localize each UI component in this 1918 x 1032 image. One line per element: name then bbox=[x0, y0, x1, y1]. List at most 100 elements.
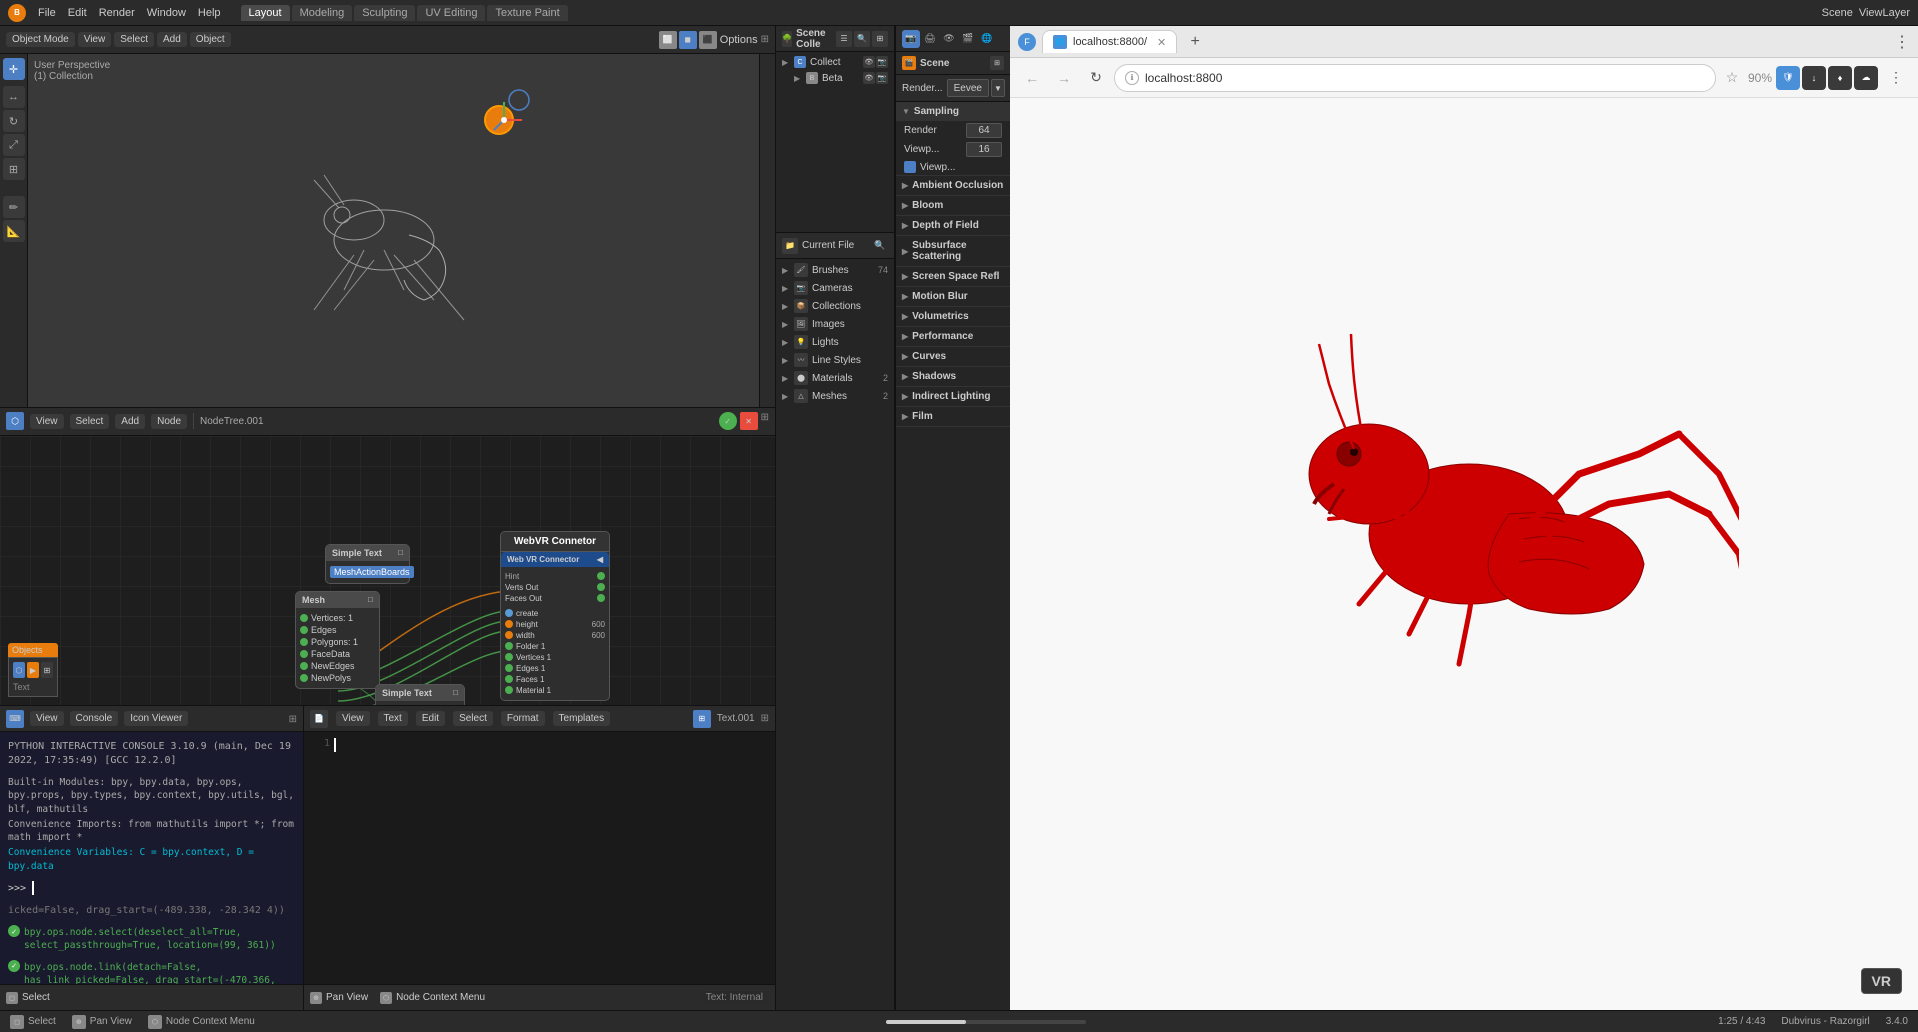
console-content[interactable]: PYTHON INTERACTIVE CONSOLE 3.10.9 (main,… bbox=[0, 732, 303, 984]
tab-modeling[interactable]: Modeling bbox=[292, 5, 353, 21]
film-header[interactable]: ▶ Film bbox=[896, 407, 1010, 426]
menu-edit[interactable]: Edit bbox=[68, 7, 87, 19]
volumetrics-header[interactable]: ▶ Volumetrics bbox=[896, 307, 1010, 326]
console-select-label[interactable]: Select bbox=[22, 992, 50, 1003]
file-item-meshes[interactable]: ▶ △ Meshes 2 bbox=[778, 387, 892, 405]
denoising-checkbox[interactable] bbox=[904, 161, 916, 173]
file-search-icon[interactable]: 🔍 bbox=[872, 238, 888, 254]
file-item-brushes[interactable]: ▶ 🖌 Brushes 74 bbox=[778, 261, 892, 279]
browser-menu-icon[interactable]: ⋮ bbox=[1894, 32, 1910, 52]
prop-icon-output[interactable]: 🖨 bbox=[921, 30, 939, 48]
prop-icon-world[interactable]: 🌐 bbox=[978, 30, 996, 48]
file-item-images[interactable]: ▶ 🖼 Images bbox=[778, 315, 892, 333]
file-item-linestyles[interactable]: ▶ 〰 Line Styles bbox=[778, 351, 892, 369]
render-samples-value[interactable]: 64 bbox=[966, 123, 1002, 138]
text-node-context-label[interactable]: Node Context Menu bbox=[396, 992, 485, 1003]
console-console-btn[interactable]: Console bbox=[70, 711, 119, 726]
browser-options-btn[interactable]: ⋮ bbox=[1882, 64, 1910, 92]
console-icon-viewer-btn[interactable]: Icon Viewer bbox=[124, 711, 188, 726]
browser-tab-close[interactable]: ✕ bbox=[1157, 36, 1166, 49]
browser-back-btn[interactable]: ← bbox=[1018, 64, 1046, 92]
sampling-header[interactable]: ▼ Sampling bbox=[896, 102, 1010, 121]
text-editor-content[interactable]: 1 bbox=[304, 732, 775, 984]
viewport-object-btn[interactable]: Object bbox=[190, 32, 231, 47]
node-canvas[interactable]: Mesh □ Vertices: 1 Edges bbox=[0, 436, 775, 706]
tab-layout[interactable]: Layout bbox=[241, 5, 290, 21]
prop-icon-render[interactable]: 📷 bbox=[902, 30, 920, 48]
simple-text-node-1[interactable]: Simple Text □ MeshActionBoards bbox=[325, 544, 410, 584]
tool-measure[interactable]: 📐 bbox=[3, 220, 25, 242]
depth-of-field-header[interactable]: ▶ Depth of Field bbox=[896, 216, 1010, 235]
objects-panel[interactable]: Objects ⬡ ▶ ⊞ Text bbox=[8, 643, 58, 697]
viewport-samples-value[interactable]: 16 bbox=[966, 142, 1002, 157]
subsurface-header[interactable]: ▶ Subsurface Scattering bbox=[896, 236, 1010, 266]
display-mode-1[interactable]: ⬜ bbox=[659, 31, 677, 49]
tool-cursor[interactable]: ✛ bbox=[3, 58, 25, 80]
extension-icon-1[interactable]: 🛡 bbox=[1776, 66, 1800, 90]
outliner-ctrl-1[interactable]: ☰ bbox=[836, 31, 852, 47]
browser-bookmark-icon[interactable]: ☆ bbox=[1720, 66, 1744, 90]
console-expand[interactable]: ⊞ bbox=[289, 714, 297, 725]
collect-eye[interactable]: 👁 bbox=[863, 56, 875, 68]
tab-sculpting[interactable]: Sculpting bbox=[354, 5, 415, 21]
webvr-node[interactable]: WebVR Connetor Web VR Connector ◀ Hint V… bbox=[500, 531, 610, 701]
text-pan-label[interactable]: Pan View bbox=[326, 992, 368, 1003]
beta-eye[interactable]: 👁 bbox=[863, 72, 875, 84]
node-add-btn[interactable]: Add bbox=[115, 414, 145, 429]
node-expand-icon[interactable]: ⊞ bbox=[761, 412, 769, 430]
tab-texture[interactable]: Texture Paint bbox=[487, 5, 567, 21]
console-view-btn[interactable]: View bbox=[30, 711, 64, 726]
browser-forward-btn[interactable]: → bbox=[1050, 64, 1078, 92]
objects-icon-1[interactable]: ⬡ bbox=[13, 662, 25, 678]
node-view-btn[interactable]: View bbox=[30, 414, 64, 429]
text-templates-btn[interactable]: Templates bbox=[553, 711, 611, 726]
screen-space-header[interactable]: ▶ Screen Space Refl bbox=[896, 267, 1010, 286]
file-item-collections[interactable]: ▶ 📦 Collections bbox=[778, 297, 892, 315]
viewport-view-btn[interactable]: View bbox=[78, 32, 112, 47]
collect-cam[interactable]: 📷 bbox=[876, 56, 888, 68]
file-item-lights[interactable]: ▶ 💡 Lights bbox=[778, 333, 892, 351]
text-expand[interactable]: ⊞ bbox=[761, 713, 769, 724]
viewport-canvas[interactable]: User Perspective (1) Collection bbox=[28, 54, 759, 407]
menu-help[interactable]: Help bbox=[198, 7, 221, 19]
3d-viewport[interactable]: ✛ ↔ ↻ ⤢ ⊞ ✏ 📐 bbox=[0, 54, 775, 407]
browser-tab[interactable]: 🌐 localhost:8800/ ✕ bbox=[1042, 30, 1177, 53]
address-bar[interactable]: ℹ localhost:8800 bbox=[1114, 64, 1716, 92]
bloom-header[interactable]: ▶ Bloom bbox=[896, 196, 1010, 215]
prop-icon-view[interactable]: 👁 bbox=[940, 30, 958, 48]
extension-icon-2[interactable]: ↓ bbox=[1802, 66, 1826, 90]
outliner-item-beta[interactable]: ▶ B Beta 👁 📷 bbox=[778, 70, 892, 86]
extension-icon-4[interactable]: ☁ bbox=[1854, 66, 1878, 90]
objects-icon-2[interactable]: ▶ bbox=[27, 662, 39, 678]
node-editor-icon[interactable]: ⬡ bbox=[6, 412, 24, 430]
performance-header[interactable]: ▶ Performance bbox=[896, 327, 1010, 346]
tool-rotate[interactable]: ↻ bbox=[3, 110, 25, 132]
motion-blur-header[interactable]: ▶ Motion Blur bbox=[896, 287, 1010, 306]
node-select-btn[interactable]: Select bbox=[70, 414, 110, 429]
extension-icon-3[interactable]: ♦ bbox=[1828, 66, 1852, 90]
tool-annotate[interactable]: ✏ bbox=[3, 196, 25, 218]
simple-text-value-1[interactable]: MeshActionBoards bbox=[330, 566, 414, 578]
display-mode-3[interactable]: ⬛ bbox=[699, 31, 717, 49]
shadows-header[interactable]: ▶ Shadows bbox=[896, 367, 1010, 386]
text-view-btn[interactable]: View bbox=[336, 711, 370, 726]
curves-header[interactable]: ▶ Curves bbox=[896, 347, 1010, 366]
text-format-btn[interactable]: Format bbox=[501, 711, 545, 726]
file-item-materials[interactable]: ▶ ⬤ Materials 2 bbox=[778, 369, 892, 387]
file-item-cameras[interactable]: ▶ 📷 Cameras bbox=[778, 279, 892, 297]
menu-file[interactable]: File bbox=[38, 7, 56, 19]
text-text-btn[interactable]: Text bbox=[378, 711, 408, 726]
viewport-add-btn[interactable]: Add bbox=[157, 32, 187, 47]
text-edit-btn[interactable]: Edit bbox=[416, 711, 445, 726]
outliner-ctrl-2[interactable]: 🔍 bbox=[854, 31, 870, 47]
display-mode-2[interactable]: ◼ bbox=[679, 31, 697, 49]
objects-icon-3[interactable]: ⊞ bbox=[41, 662, 53, 678]
menu-render[interactable]: Render bbox=[99, 7, 135, 19]
menu-window[interactable]: Window bbox=[147, 7, 186, 19]
simple-text-node-2[interactable]: Simple Text □ colored bbox=[375, 684, 465, 706]
prop-icon-scene[interactable]: 🎬 bbox=[959, 30, 977, 48]
browser-refresh-btn[interactable]: ↻ bbox=[1082, 64, 1110, 92]
outliner-ctrl-3[interactable]: ⊞ bbox=[872, 31, 888, 47]
text-editor-type-icon[interactable]: ⊞ bbox=[693, 710, 711, 728]
viewport-expand-icon[interactable]: ⊞ bbox=[761, 34, 769, 45]
